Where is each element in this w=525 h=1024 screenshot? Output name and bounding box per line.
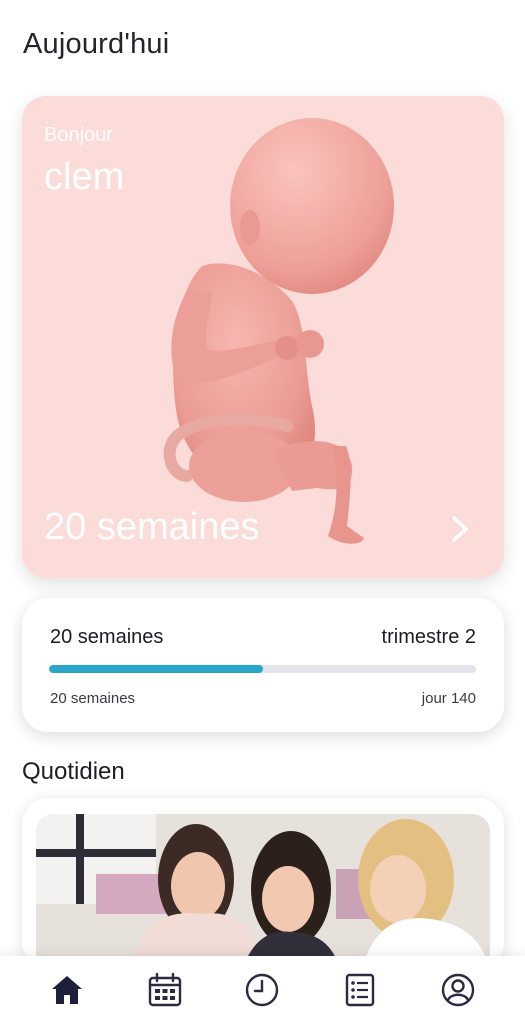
home-icon bbox=[51, 976, 82, 1004]
chevron-right-icon[interactable] bbox=[448, 514, 472, 544]
user-name: clem bbox=[44, 156, 125, 198]
bottom-navigation bbox=[0, 956, 525, 1024]
nav-item-calendar[interactable] bbox=[135, 960, 195, 1020]
daily-article-image bbox=[36, 814, 490, 974]
profile-icon bbox=[441, 973, 475, 1007]
section-title-daily: Quotidien bbox=[22, 758, 125, 785]
nav-item-profile[interactable] bbox=[428, 960, 488, 1020]
checklist-icon bbox=[346, 973, 375, 1007]
progress-trimester-title: trimestre 2 bbox=[381, 626, 476, 648]
progress-weeks-title: 20 semaines bbox=[50, 626, 164, 648]
nav-item-clock[interactable] bbox=[232, 960, 292, 1020]
nav-item-checklist[interactable] bbox=[330, 960, 390, 1020]
fetus-illustration bbox=[163, 118, 394, 544]
calendar-icon bbox=[148, 972, 181, 1007]
progress-bar-fill bbox=[49, 665, 263, 673]
pregnancy-week-card[interactable]: Bonjour clem 20 semaines bbox=[22, 96, 504, 578]
progress-day-caption: jour 140 bbox=[421, 690, 476, 707]
greeting-label: Bonjour bbox=[44, 124, 113, 146]
daily-article-card[interactable] bbox=[22, 798, 504, 974]
progress-weeks-caption: 20 semaines bbox=[50, 690, 136, 707]
page-title: Aujourd'hui bbox=[23, 28, 170, 60]
pregnancy-progress-card[interactable]: 20 semaines trimestre 2 20 semaines jour… bbox=[22, 598, 504, 732]
nav-item-home[interactable] bbox=[37, 960, 97, 1020]
clock-icon bbox=[246, 973, 279, 1007]
progress-bar bbox=[49, 665, 476, 673]
weeks-label: 20 semaines bbox=[44, 506, 260, 548]
